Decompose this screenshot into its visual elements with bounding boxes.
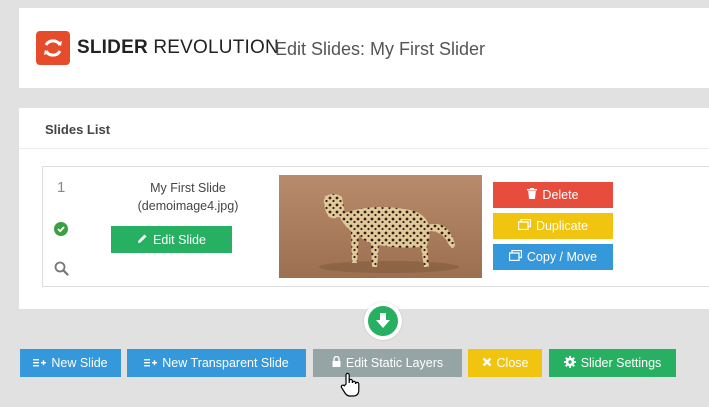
new-slide-label: New Slide bbox=[51, 356, 108, 370]
delete-slide-button[interactable]: Delete bbox=[493, 182, 613, 208]
brand-rest: REVOLUTION bbox=[153, 37, 279, 58]
lock-icon bbox=[332, 355, 341, 370]
close-label: Close bbox=[496, 356, 529, 370]
gear-icon bbox=[563, 355, 576, 371]
slide-name: My First Slide (demoimage4.jpg) bbox=[113, 179, 263, 215]
duplicate-icon bbox=[517, 218, 532, 233]
slider-settings-label: Slider Settings bbox=[580, 356, 662, 370]
duplicate-slide-button[interactable]: Duplicate bbox=[493, 213, 613, 239]
slide-thumbnail[interactable] bbox=[279, 175, 482, 278]
edit-static-layers-button[interactable]: Edit Static Layers bbox=[313, 349, 462, 377]
app-header: SLIDER REVOLUTION Edit Slides: My First … bbox=[19, 8, 709, 88]
add-list-icon bbox=[33, 356, 47, 370]
preview-search-icon[interactable] bbox=[54, 261, 69, 281]
panel-header: Slides List bbox=[19, 108, 709, 149]
slide-title: My First Slide bbox=[150, 181, 226, 195]
close-icon bbox=[482, 356, 492, 370]
edit-slide-label: Edit Slide bbox=[153, 232, 206, 247]
copy-move-slide-button[interactable]: Copy / Move bbox=[493, 244, 613, 270]
new-transparent-slide-button[interactable]: New Transparent Slide bbox=[127, 349, 306, 377]
arrow-down-icon bbox=[368, 306, 398, 336]
brand-name: SLIDER REVOLUTION bbox=[77, 37, 279, 59]
close-button[interactable]: Close bbox=[468, 349, 542, 377]
trash-icon bbox=[527, 188, 538, 202]
edit-static-layers-label: Edit Static Layers bbox=[345, 356, 444, 370]
hand-pointer-cursor-icon bbox=[340, 372, 362, 403]
slide-filename: (demoimage4.jpg) bbox=[137, 199, 239, 213]
published-check-icon[interactable] bbox=[54, 222, 68, 236]
delete-label: Delete bbox=[542, 188, 579, 202]
panel-title: Slides List bbox=[45, 122, 111, 137]
slides-list-panel: Slides List 1 My First Slide (demoimage4… bbox=[19, 108, 709, 309]
pencil-icon bbox=[137, 233, 148, 247]
slide-card: 1 My First Slide (demoimage4.jpg) Edit S… bbox=[42, 166, 709, 287]
slide-number: 1 bbox=[57, 179, 66, 196]
new-transparent-slide-label: New Transparent Slide bbox=[162, 356, 289, 370]
edit-slide-button[interactable]: Edit Slide bbox=[111, 226, 232, 253]
duplicate-label: Duplicate bbox=[535, 219, 589, 233]
copy-move-icon bbox=[508, 249, 523, 264]
copy-move-label: Copy / Move bbox=[526, 250, 598, 264]
brand-bold: SLIDER bbox=[77, 37, 148, 58]
add-list-icon bbox=[144, 356, 158, 370]
download-arrow-button[interactable] bbox=[364, 302, 402, 340]
slider-revolution-logo-icon bbox=[36, 31, 70, 65]
page-title: Edit Slides: My First Slider bbox=[275, 39, 486, 59]
new-slide-button[interactable]: New Slide bbox=[20, 349, 121, 377]
slider-settings-button[interactable]: Slider Settings bbox=[549, 349, 676, 377]
